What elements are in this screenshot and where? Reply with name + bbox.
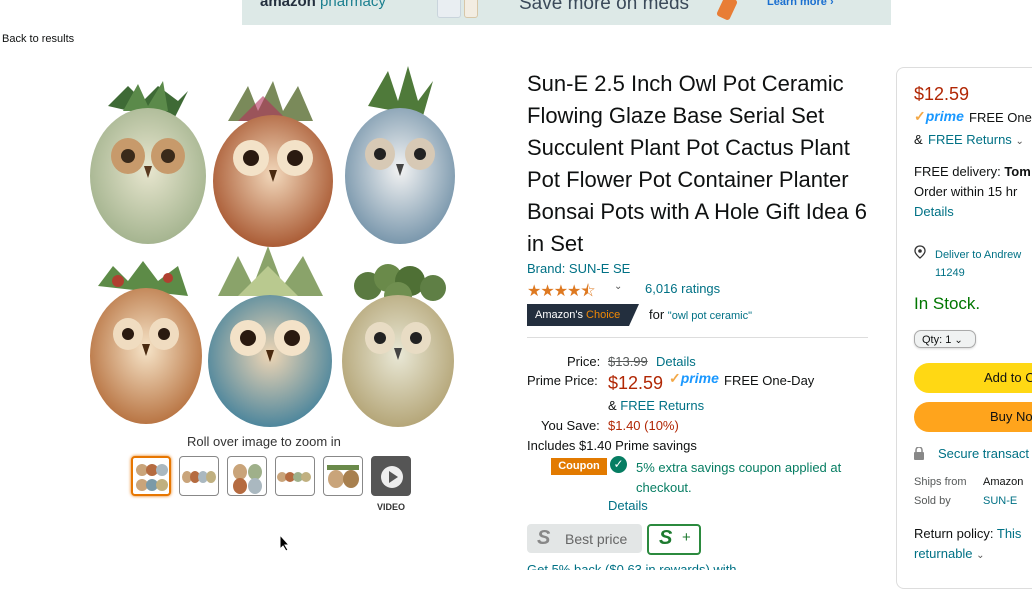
- quantity-select[interactable]: Qty: 1 ⌄: [914, 330, 976, 348]
- coupon-details-link[interactable]: Details: [608, 498, 648, 513]
- lock-icon: [914, 446, 924, 460]
- buy-now-button[interactable]: Buy No: [914, 402, 1032, 432]
- return-policy: Return policy: This: [914, 526, 1022, 541]
- choice-keyword: for "owl pot ceramic": [649, 307, 753, 322]
- choice-keyword-link[interactable]: "owl pot ceramic": [668, 310, 752, 322]
- star-rating-icon[interactable]: ★★★★⯪: [527, 280, 596, 307]
- buybox-free-returns-link[interactable]: FREE Returns ⌄: [928, 132, 1024, 147]
- best-price-logo-icon: S: [537, 527, 551, 549]
- one-day-delivery: FREE One-Day: [724, 373, 815, 388]
- thumbnail-2[interactable]: [179, 456, 219, 496]
- choice-prefix: Amazon's: [535, 309, 583, 321]
- rewards-line: Get 5% back ($0.63 in rewards) with ...: [527, 562, 751, 570]
- prime-price: $12.59: [608, 373, 664, 393]
- learn-more-link[interactable]: Learn more ›: [767, 0, 834, 8]
- main-product-image[interactable]: [88, 66, 458, 428]
- buybox-order-within: Order within 15 hr: [914, 184, 1018, 199]
- banner-headline: Save more on meds: [519, 0, 690, 14]
- owl-pot-6: [342, 264, 454, 427]
- plus-icon: +: [682, 529, 691, 546]
- thumbnail-4[interactable]: [275, 456, 315, 496]
- location-pin-icon: [914, 245, 926, 262]
- owl-pot-1: [90, 81, 206, 244]
- chevron-down-icon: ⌄: [954, 335, 963, 346]
- free-returns: & FREE Returns: [608, 398, 705, 413]
- add-to-cart-button[interactable]: Add to C: [914, 363, 1032, 393]
- thumbnail-1[interactable]: [131, 456, 171, 496]
- video-thumbnail[interactable]: [371, 456, 411, 496]
- thumbnail-3[interactable]: [227, 456, 267, 496]
- product-title: Sun-E 2.5 Inch Owl Pot Ceramic Flowing G…: [527, 71, 867, 256]
- return-policy-link[interactable]: This: [997, 526, 1022, 541]
- owl-pot-2: [213, 81, 333, 247]
- sold-by-label: Sold by: [914, 495, 951, 507]
- list-price: $13.99: [608, 354, 648, 369]
- chevron-down-icon: ⌄: [976, 550, 985, 561]
- buybox-price: $12.59: [914, 84, 970, 104]
- choice-suffix: Choice: [586, 309, 621, 321]
- price-label: Price:: [567, 354, 601, 369]
- ships-from-value: Amazon: [983, 476, 1024, 488]
- stock-status: In Stock.: [914, 294, 981, 313]
- coupon-text: 5% extra savings coupon applied at check…: [636, 460, 842, 495]
- zoom-hint: Roll over image to zoom in: [187, 434, 341, 449]
- ships-from-label: Ships from: [914, 476, 967, 488]
- prime-savings-note: Includes $1.40 Prime savings: [527, 438, 697, 453]
- buybox-details-link[interactable]: Details: [914, 204, 954, 219]
- brand-link[interactable]: Brand: SUN-E SE: [527, 261, 630, 276]
- buybox-delivery: FREE delivery: Tom: [914, 164, 1031, 179]
- savings-value: $1.40 (10%): [608, 418, 679, 433]
- deliver-to-link[interactable]: Deliver to Andrew 11249: [935, 246, 1021, 282]
- buybox-prime-icon: ✓prime: [914, 108, 964, 124]
- mouse-cursor-icon: [279, 533, 291, 557]
- buybox-amp: &: [914, 132, 923, 147]
- owl-pot-4: [90, 261, 202, 424]
- price-details-link[interactable]: Details: [656, 354, 696, 369]
- pharmacy-banner[interactable]: amazon pharmacy Save more on meds Learn …: [242, 0, 891, 25]
- coupon-badge: Coupon: [551, 458, 607, 475]
- divider: [527, 337, 868, 338]
- video-label: VIDEO: [377, 502, 406, 512]
- secure-transaction-link[interactable]: Secure transact: [938, 446, 1029, 461]
- check-icon: ✓: [610, 456, 627, 473]
- owl-pot-5: [208, 246, 332, 427]
- chevron-down-icon: ⌄: [1015, 136, 1024, 147]
- seller-link[interactable]: SUN-E: [983, 495, 1017, 507]
- s-plus-badge[interactable]: S +: [647, 524, 701, 555]
- prime-price-label: Prime Price:: [527, 373, 598, 388]
- amazon-pharmacy-logo: amazon pharmacy: [260, 0, 386, 10]
- s-logo-icon: S: [659, 527, 673, 549]
- you-save-label: You Save:: [541, 418, 600, 433]
- medicine-bottle-icon: [716, 0, 738, 21]
- prime-logo-icon: ✓prime: [669, 370, 719, 386]
- best-price-label: Best price: [565, 531, 628, 547]
- owl-pot-3: [345, 66, 455, 244]
- back-to-results-link[interactable]: Back to results: [2, 33, 74, 45]
- buybox-free-one-day: FREE One: [969, 110, 1032, 125]
- returnable-link[interactable]: returnable ⌄: [914, 546, 985, 561]
- chevron-down-icon[interactable]: ⌄: [614, 281, 622, 292]
- ratings-count-link[interactable]: 6,016 ratings: [645, 281, 720, 296]
- medicine-box-icon: [437, 0, 461, 18]
- thumbnail-5[interactable]: [323, 456, 363, 496]
- best-price-badge[interactable]: S Best price: [527, 524, 642, 553]
- medicine-bottle-icon: [464, 0, 478, 18]
- free-returns-link[interactable]: FREE Returns: [620, 398, 704, 413]
